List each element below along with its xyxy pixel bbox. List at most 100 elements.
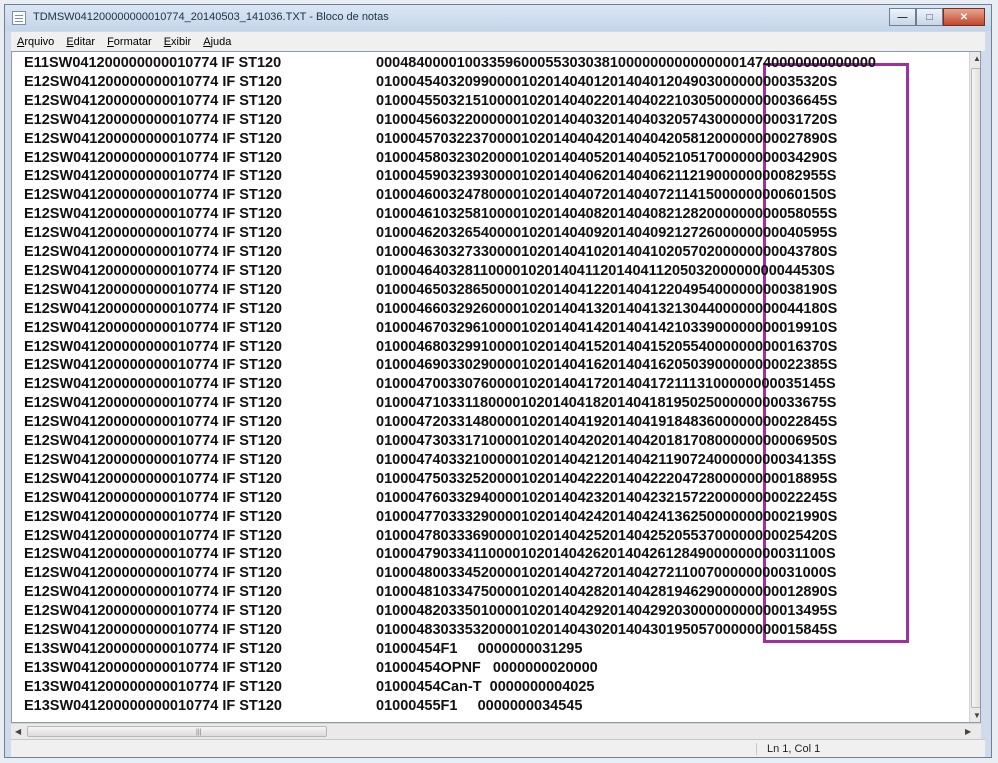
text-line: E12SW041200000000010774 IF ST120 01000473… bbox=[24, 432, 837, 451]
record-id-text: E12SW041200000000010774 IF ST120 bbox=[24, 546, 282, 563]
menu-ajuda[interactable]: Ajuda bbox=[203, 36, 231, 48]
text-line: E13SW041200000000010774 IF ST120 01000454… bbox=[24, 678, 594, 697]
window-title: TDMSW041200000000010774_20140503_141036.… bbox=[33, 11, 389, 23]
record-data-text: 0100047303317100001020140420201404201817… bbox=[376, 433, 838, 449]
scroll-left-arrow-icon[interactable]: ◀ bbox=[15, 727, 21, 736]
record-id-text: E12SW041200000000010774 IF ST120 bbox=[24, 338, 282, 355]
record-data-text: 0100047503325200001020140422201404222047… bbox=[376, 470, 838, 487]
scroll-up-arrow-icon[interactable]: ▲ bbox=[973, 54, 980, 63]
scroll-right-arrow-icon[interactable]: ▶ bbox=[965, 727, 971, 736]
text-editor[interactable]: ▲ ▼ E11SW041200000000010774 IF ST120 0004… bbox=[11, 51, 981, 723]
record-id-text: E12SW041200000000010774 IF ST120 bbox=[24, 527, 282, 544]
record-id-text: E12SW041200000000010774 IF ST120 bbox=[24, 206, 282, 223]
record-data-text: 0100047403321000001020140421201404211907… bbox=[376, 451, 837, 468]
text-line: E12SW041200000000010774 IF ST120 01000468… bbox=[24, 338, 837, 357]
record-id-text: E13SW041200000000010774 IF ST120 bbox=[24, 659, 282, 676]
record-id-text: E11SW041200000000010774 IF ST120 bbox=[24, 55, 282, 71]
notepad-icon bbox=[12, 11, 26, 25]
horizontal-scroll-thumb[interactable]: ||| bbox=[27, 726, 327, 737]
text-line: E12SW041200000000010774 IF ST120 01000455… bbox=[24, 92, 837, 111]
text-line: E12SW041200000000010774 IF ST120 01000480… bbox=[24, 564, 836, 583]
record-id-text: E12SW041200000000010774 IF ST120 bbox=[24, 168, 282, 185]
record-id-text: E12SW041200000000010774 IF ST120 bbox=[24, 225, 282, 242]
record-data-text: 01000454F1 0000000031295 bbox=[376, 640, 583, 657]
text-line: E12SW041200000000010774 IF ST120 01000463… bbox=[24, 243, 837, 262]
text-line: E12SW041200000000010774 IF ST120 01000483… bbox=[24, 621, 837, 640]
record-id-text: E12SW041200000000010774 IF ST120 bbox=[24, 319, 282, 336]
record-id-text: E12SW041200000000010774 IF ST120 bbox=[24, 73, 282, 90]
text-line: E12SW041200000000010774 IF ST120 01000481… bbox=[24, 583, 837, 602]
record-id-text: E12SW041200000000010774 IF ST120 bbox=[24, 508, 282, 525]
menu-formatar[interactable]: Formatar bbox=[107, 36, 152, 48]
record-data-text: 0100047803336900001020140425201404252055… bbox=[376, 527, 838, 544]
record-data-text: 0100046303273300001020140410201404102057… bbox=[376, 244, 838, 260]
record-data-text: 01000455F1 0000000034545 bbox=[376, 697, 583, 714]
notepad-window: TDMSW041200000000010774_20140503_141036.… bbox=[4, 4, 992, 758]
record-id-text: E13SW041200000000010774 IF ST120 bbox=[24, 640, 282, 657]
record-data-text: 0100045403209900001020140401201404012049… bbox=[376, 73, 838, 90]
record-id-text: E12SW041200000000010774 IF ST120 bbox=[24, 433, 282, 449]
text-line: E12SW041200000000010774 IF ST120 01000458… bbox=[24, 149, 837, 168]
title-bar[interactable]: TDMSW041200000000010774_20140503_141036.… bbox=[5, 5, 991, 31]
record-id-text: E13SW041200000000010774 IF ST120 bbox=[24, 678, 282, 695]
status-bar: Ln 1, Col 1 bbox=[11, 739, 985, 757]
record-data-text: 0100048303353200001020140430201404301950… bbox=[376, 622, 838, 638]
record-data-text: 0100045603220000001020140403201404032057… bbox=[376, 111, 838, 128]
text-line: E12SW041200000000010774 IF ST120 01000478… bbox=[24, 527, 837, 546]
text-line: E12SW041200000000010774 IF ST120 01000479… bbox=[24, 545, 836, 564]
text-line: E12SW041200000000010774 IF ST120 01000472… bbox=[24, 413, 837, 432]
record-id-text: E12SW041200000000010774 IF ST120 bbox=[24, 622, 282, 638]
record-data-text: 0100047603329400001020140423201404232157… bbox=[376, 489, 838, 506]
text-line: E12SW041200000000010774 IF ST120 01000476… bbox=[24, 489, 837, 508]
text-line: E12SW041200000000010774 IF ST120 01000456… bbox=[24, 111, 837, 130]
record-data-text: 01000454Can-T 0000000004025 bbox=[376, 678, 595, 695]
record-id-text: E13SW041200000000010774 IF ST120 bbox=[24, 697, 282, 714]
horizontal-scrollbar[interactable]: ◀ ||| ▶ bbox=[11, 723, 981, 739]
record-id-text: E12SW041200000000010774 IF ST120 bbox=[24, 489, 282, 506]
close-button[interactable]: ✕ bbox=[943, 8, 985, 26]
text-line: E11SW041200000000010774 IF ST120 00048400… bbox=[24, 54, 876, 73]
record-id-text: E12SW041200000000010774 IF ST120 bbox=[24, 130, 282, 147]
record-id-text: E12SW041200000000010774 IF ST120 bbox=[24, 92, 282, 109]
text-line: E12SW041200000000010774 IF ST120 01000461… bbox=[24, 205, 837, 224]
record-data-text: 0100048103347500001020140428201404281946… bbox=[376, 584, 838, 601]
vertical-scrollbar[interactable]: ▲ ▼ bbox=[969, 52, 980, 722]
record-data-text: 0100046803299100001020140415201404152055… bbox=[376, 338, 838, 355]
text-line: E12SW041200000000010774 IF ST120 01000454… bbox=[24, 73, 837, 92]
text-line: E12SW041200000000010774 IF ST120 01000465… bbox=[24, 281, 837, 300]
text-line: E12SW041200000000010774 IF ST120 01000474… bbox=[24, 451, 836, 470]
record-id-text: E12SW041200000000010774 IF ST120 bbox=[24, 149, 282, 166]
minimize-button[interactable]: — bbox=[889, 8, 916, 26]
record-id-text: E12SW041200000000010774 IF ST120 bbox=[24, 187, 282, 204]
maximize-button[interactable]: □ bbox=[916, 8, 943, 26]
menu-exibir[interactable]: Exibir bbox=[164, 36, 192, 48]
record-id-text: E12SW041200000000010774 IF ST120 bbox=[24, 565, 282, 582]
text-line: E12SW041200000000010774 IF ST120 01000477… bbox=[24, 508, 837, 527]
record-id-text: E12SW041200000000010774 IF ST120 bbox=[24, 414, 282, 431]
menu-arquivo[interactable]: Arquivo bbox=[17, 36, 54, 48]
record-data-text: 0100046403281100001020140411201404112050… bbox=[376, 262, 835, 279]
text-line: E12SW041200000000010774 IF ST120 01000482… bbox=[24, 602, 837, 621]
record-id-text: E12SW041200000000010774 IF ST120 bbox=[24, 262, 282, 279]
scroll-down-arrow-icon[interactable]: ▼ bbox=[973, 711, 980, 720]
record-data-text: 0100046203265400001020140409201404092127… bbox=[376, 225, 838, 242]
record-data-text: 0100046603292600001020140413201404132130… bbox=[376, 300, 838, 317]
record-id-text: E12SW041200000000010774 IF ST120 bbox=[24, 300, 282, 317]
record-data-text: 01000454OPNF 0000000020000 bbox=[376, 659, 598, 676]
text-line: E12SW041200000000010774 IF ST120 01000466… bbox=[24, 300, 837, 319]
record-data-text: 0100045803230200001020140405201404052105… bbox=[376, 149, 838, 166]
record-id-text: E12SW041200000000010774 IF ST120 bbox=[24, 281, 282, 298]
record-data-text: 0004840000100335960005530303810000000000… bbox=[376, 55, 876, 71]
record-data-text: 0100047703332900001020140424201404241362… bbox=[376, 508, 838, 525]
text-line: E12SW041200000000010774 IF ST120 01000467… bbox=[24, 319, 837, 338]
text-line: E12SW041200000000010774 IF ST120 01000459… bbox=[24, 167, 836, 186]
record-id-text: E12SW041200000000010774 IF ST120 bbox=[24, 395, 282, 412]
text-line: E12SW041200000000010774 IF ST120 01000457… bbox=[24, 130, 837, 149]
record-id-text: E12SW041200000000010774 IF ST120 bbox=[24, 470, 282, 487]
cursor-position: Ln 1, Col 1 bbox=[756, 743, 820, 755]
menu-editar[interactable]: Editar bbox=[66, 36, 95, 48]
vertical-scroll-thumb[interactable] bbox=[971, 68, 980, 708]
record-id-text: E12SW041200000000010774 IF ST120 bbox=[24, 603, 282, 620]
record-data-text: 0100047203314800001020140419201404191848… bbox=[376, 414, 838, 431]
record-data-text: 0100047003307600001020140417201404172111… bbox=[376, 376, 836, 393]
